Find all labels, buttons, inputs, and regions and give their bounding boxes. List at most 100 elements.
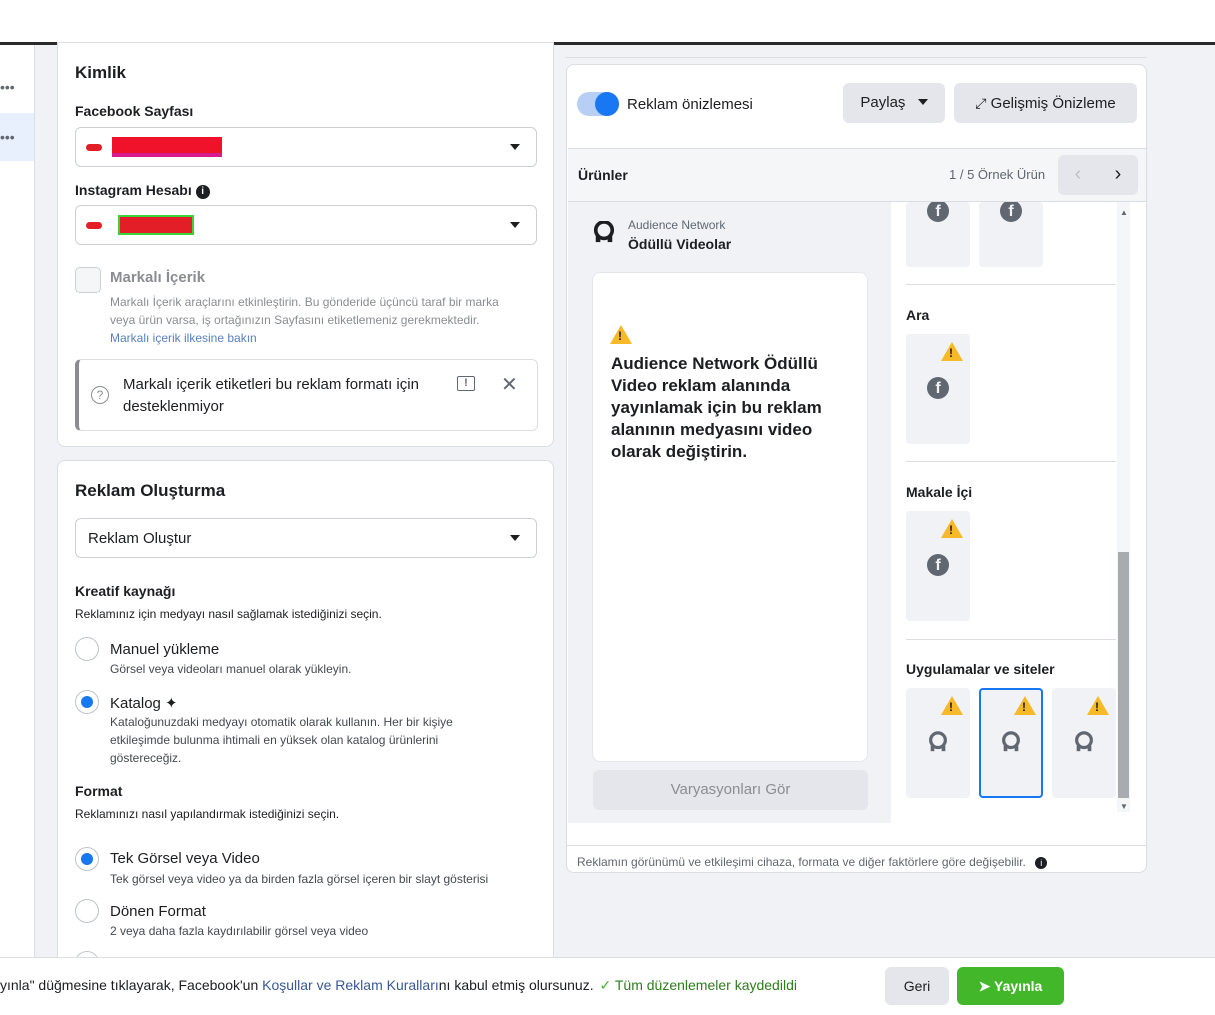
placement-thumb-apps[interactable] [906,688,970,798]
warning-icon [1087,696,1109,715]
info-icon[interactable]: i [195,185,210,199]
placement-thumb-apps[interactable] [1052,688,1116,798]
nav-item-more-icon[interactable]: ••• [0,63,34,111]
products-bar: Ürünler 1 / 5 Örnek Ürün ‹ › [568,148,1146,202]
single-image-label: Tek Görsel veya Video [110,850,260,867]
publish-button[interactable]: ➤ Yayınla [957,967,1064,1005]
branded-policy-link[interactable]: Markalı içerik ilkesine bakın [110,331,257,345]
branded-content-label: Markalı İçerik [110,269,206,286]
manual-upload-label: Manuel yükleme [110,641,220,658]
facebook-page-label: Facebook Sayfası [75,103,194,119]
next-product-button[interactable]: › [1098,155,1138,195]
scroll-up-icon[interactable]: ▲ [1120,208,1128,217]
divider [906,284,1116,285]
placement-thumb[interactable]: f [906,202,970,267]
audience-network-icon [929,731,947,752]
back-button[interactable]: Geri [885,967,949,1005]
placements-scrollbar[interactable]: ▲ ▼ [1117,202,1130,812]
scrollbar-thumb[interactable] [1118,552,1129,798]
ad-creation-card: Reklam Oluşturma Reklam Oluştur Kreatif … [57,460,554,975]
ad-creation-select-value: Reklam Oluştur [88,530,192,547]
chevron-down-icon [510,535,520,541]
catalog-radio[interactable] [75,690,99,714]
placement-thumb-apps-selected[interactable] [979,688,1043,798]
notice-text: Markalı içerik etiketleri bu reklam form… [123,376,419,415]
branded-content-checkbox[interactable] [75,267,101,293]
nav-item-selected-more-icon[interactable]: ••• [0,113,34,161]
facebook-icon: f [927,377,949,399]
footer-bar: yınla" düğmesine tıklayarak, Facebook'un… [0,957,1215,1015]
instagram-label: Instagram Hesabı i [75,182,210,199]
section-search: Ara [906,307,930,323]
format-desc: Reklamınızı nasıl yapılandırmak istediği… [75,807,340,821]
redacted-mark [86,144,102,151]
disclaimer: Reklamın görünümü ve etkileşimi cihaza, … [577,855,1048,869]
notice-box: ? Markalı içerik etiketleri bu reklam fo… [75,359,538,431]
scroll-down-icon[interactable]: ▼ [1120,802,1128,811]
ad-creation-select[interactable]: Reklam Oluştur [75,518,537,558]
facebook-icon: f [1000,202,1022,222]
products-label: Ürünler [578,167,628,183]
prev-product-button[interactable]: ‹ [1058,155,1098,195]
send-icon: ➤ [978,978,991,994]
redacted-account-name [118,215,194,235]
warning-icon [610,325,632,344]
terms-link[interactable]: Koşullar ve Reklam Kuralları [262,977,439,993]
placement-thumb[interactable]: f [979,202,1043,267]
placement-warning-text: Audience Network Ödüllü Video reklam ala… [611,354,822,461]
saved-status: Tüm düzenlemeler kaydedildi [614,977,797,993]
creative-source-label: Kreatif kaynağı [75,583,176,599]
catalog-desc: Kataloğunuzdaki medyayı otomatik olarak … [110,715,453,765]
help-icon: ? [91,386,109,404]
feedback-icon[interactable]: ! [457,376,475,391]
share-button[interactable]: Paylaş [843,83,945,123]
redacted-page-name [112,137,222,157]
manual-upload-radio[interactable] [75,637,99,661]
instagram-select[interactable] [75,205,537,245]
warning-icon [941,519,963,538]
preview-card: Reklam önizlemesi Paylaş ⤢ Gelişmiş Öniz… [566,64,1147,873]
audience-network-icon [1075,731,1093,752]
advanced-preview-button[interactable]: ⤢ Gelişmiş Önizleme [954,83,1137,123]
audience-network-icon [593,221,615,243]
disclaimer-divider [567,845,1147,846]
preview-top-divider [566,57,1146,58]
network-label: Audience Network [628,218,726,232]
facebook-page-select[interactable] [75,127,537,167]
preview-toggle-label: Reklam önizlemesi [627,96,753,113]
carousel-label: Dönen Format [110,903,206,920]
catalog-label: Katalog ✦ [110,695,178,712]
section-apps: Uygulamalar ve siteler [906,661,1055,677]
ad-creation-title: Reklam Oluşturma [75,481,226,500]
chevron-down-icon [510,222,520,228]
facebook-icon: f [927,554,949,576]
placement-name: Ödüllü Videolar [628,236,732,252]
terms-text: yınla" düğmesine tıklayarak, Facebook'un… [0,977,797,993]
check-icon: ✓ [599,977,612,993]
preview-toggle[interactable] [577,92,619,116]
creative-source-desc: Reklamınız için medyayı nasıl sağlamak i… [75,607,382,621]
placement-thumb-article[interactable]: f [906,511,970,621]
facebook-icon: f [927,202,949,222]
see-variations-button[interactable]: Varyasyonları Gör [593,770,868,810]
placement-preview-panel: Audience Network Ödüllü Videolar Audienc… [568,202,891,823]
top-bar [0,0,1215,42]
section-article: Makale İçi [906,484,973,500]
sparkle-icon: ✦ [165,695,178,712]
carousel-desc: 2 veya daha fazla kaydırılabilir görsel … [110,924,369,938]
identity-card: Kimlik Facebook Sayfası Instagram Hesabı… [57,42,554,447]
carousel-radio[interactable] [75,899,99,923]
warning-icon [941,342,963,361]
placement-thumb-search[interactable]: f [906,334,970,444]
divider [906,461,1116,462]
identity-title: Kimlik [75,63,127,82]
redacted-mark [86,222,102,229]
audience-network-icon [1002,731,1020,752]
placements-list: f f Ara f Makale İçi f Uygulamalar ve si… [892,202,1130,823]
info-icon[interactable]: i [1035,857,1048,869]
left-nav: ••• ••• [0,45,35,957]
close-icon[interactable]: ✕ [501,372,518,397]
single-image-radio[interactable] [75,847,99,871]
warning-icon [1014,696,1036,715]
single-image-desc: Tek görsel veya video ya da birden fazla… [110,872,489,886]
